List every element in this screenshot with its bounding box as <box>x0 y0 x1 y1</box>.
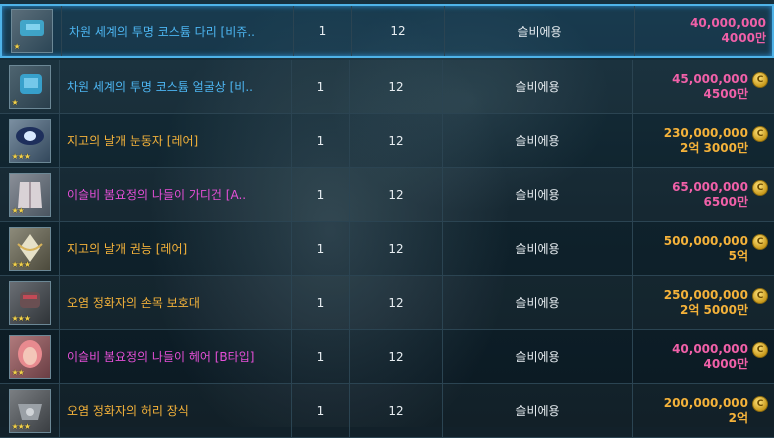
item-quantity: 1 <box>292 114 350 167</box>
item-level: 12 <box>350 114 443 167</box>
seller-name: 슬비에용 <box>443 384 633 437</box>
item-name: 이슬비 봄요정의 나들이 헤어 [B타입] <box>60 330 292 383</box>
price-full: 45,000,000 <box>672 71 748 86</box>
item-quantity: 1 <box>292 330 350 383</box>
item-row[interactable]: ★★ 이슬비 봄요정의 나들이 가디건 [A.. 1 12 슬비에용 65,00… <box>0 168 774 222</box>
item-level: 12 <box>350 222 443 275</box>
price-full: 40,000,000 <box>690 16 766 30</box>
item-quantity: 1 <box>292 222 350 275</box>
price: 40,000,000 4000만 <box>690 16 766 46</box>
item-quantity: 1 <box>292 276 350 329</box>
hair-icon: ★★ <box>8 334 51 379</box>
gold-coin-icon: C <box>752 395 768 412</box>
costume-face-icon: ★ <box>8 64 51 109</box>
item-level: 12 <box>350 384 443 437</box>
seller-name: 슬비에용 <box>443 60 633 113</box>
item-name: 이슬비 봄요정의 나들이 가디건 [A.. <box>60 168 292 221</box>
price-short: 4000만 <box>721 31 766 45</box>
price: 65,000,000 6500만 <box>672 180 748 210</box>
cardigan-icon: ★★ <box>8 172 51 217</box>
item-quantity: 1 <box>292 60 350 113</box>
item-level: 12 <box>350 276 443 329</box>
price: 200,000,000 2억 <box>664 396 748 426</box>
price-short: 4500만 <box>703 86 748 101</box>
price-full: 500,000,000 <box>663 233 748 248</box>
price-short: 2억 3000만 <box>679 140 748 155</box>
gold-coin-icon: C <box>752 179 768 196</box>
price-full: 230,000,000 <box>663 125 748 140</box>
gold-coin-icon: C <box>752 71 768 88</box>
costume-legs-icon: ★ <box>10 9 53 53</box>
seller-name: 슬비에용 <box>443 168 633 221</box>
seller-name: 슬비에용 <box>443 222 633 275</box>
item-level: 12 <box>350 168 443 221</box>
price-short: 2억 <box>728 410 748 425</box>
item-quantity: 1 <box>294 6 352 56</box>
item-row[interactable]: ★★★ 지고의 날개 눈동자 [레어] 1 12 슬비에용 230,000,00… <box>0 114 774 168</box>
price-short: 6500만 <box>703 194 748 209</box>
item-row[interactable]: ★ 차원 세계의 투명 코스튬 다리 [비쥬.. 1 12 슬비에용 40,00… <box>0 4 774 58</box>
item-row[interactable]: ★★★ 오염 정화자의 허리 장식 1 12 슬비에용 200,000,000 … <box>0 384 774 438</box>
auction-item-list: ★ 차원 세계의 투명 코스튬 다리 [비쥬.. 1 12 슬비에용 40,00… <box>0 0 774 438</box>
seller-name: 슬비에용 <box>443 114 633 167</box>
price: 500,000,000 5억 <box>664 234 748 264</box>
price-short: 4000만 <box>703 356 748 371</box>
price: 230,000,000 2억 3000만 <box>664 126 748 156</box>
seller-name: 슬비에용 <box>443 276 633 329</box>
wrist-guard-icon: ★★★ <box>8 280 51 325</box>
item-level: 12 <box>352 6 445 56</box>
waist-ornament-icon: ★★★ <box>8 388 51 433</box>
price-full: 250,000,000 <box>663 287 748 302</box>
price-short: 2억 5000만 <box>679 302 748 317</box>
item-level: 12 <box>350 60 443 113</box>
item-name: 차원 세계의 투명 코스튬 다리 [비쥬.. <box>62 6 294 56</box>
price-full: 200,000,000 <box>663 395 748 410</box>
gold-coin-icon: C <box>752 287 768 304</box>
price-full: 65,000,000 <box>672 179 748 194</box>
item-name: 지고의 날개 눈동자 [레어] <box>60 114 292 167</box>
price-short: 5억 <box>728 248 748 263</box>
gold-coin-icon: C <box>752 341 768 358</box>
item-name: 오염 정화자의 허리 장식 <box>60 384 292 437</box>
item-name: 지고의 날개 권능 [레어] <box>60 222 292 275</box>
item-quantity: 1 <box>292 384 350 437</box>
item-name: 차원 세계의 투명 코스튬 얼굴상 [비.. <box>60 60 292 113</box>
gold-coin-icon: C <box>752 233 768 250</box>
item-quantity: 1 <box>292 168 350 221</box>
price: 45,000,000 4500만 <box>672 72 748 102</box>
price: 40,000,000 4000만 <box>672 342 748 372</box>
wing-power-icon: ★★★ <box>8 226 51 271</box>
gold-coin-icon: C <box>752 125 768 142</box>
price-full: 40,000,000 <box>672 341 748 356</box>
item-row[interactable]: ★ 차원 세계의 투명 코스튬 얼굴상 [비.. 1 12 슬비에용 45,00… <box>0 60 774 114</box>
wing-eye-icon: ★★★ <box>8 118 51 163</box>
item-name: 오염 정화자의 손목 보호대 <box>60 276 292 329</box>
item-row[interactable]: ★★ 이슬비 봄요정의 나들이 헤어 [B타입] 1 12 슬비에용 40,00… <box>0 330 774 384</box>
item-row[interactable]: ★★★ 오염 정화자의 손목 보호대 1 12 슬비에용 250,000,000… <box>0 276 774 330</box>
item-level: 12 <box>350 330 443 383</box>
price: 250,000,000 2억 5000만 <box>664 288 748 318</box>
item-row[interactable]: ★★★ 지고의 날개 권능 [레어] 1 12 슬비에용 500,000,000… <box>0 222 774 276</box>
seller-name: 슬비에용 <box>445 6 635 56</box>
seller-name: 슬비에용 <box>443 330 633 383</box>
